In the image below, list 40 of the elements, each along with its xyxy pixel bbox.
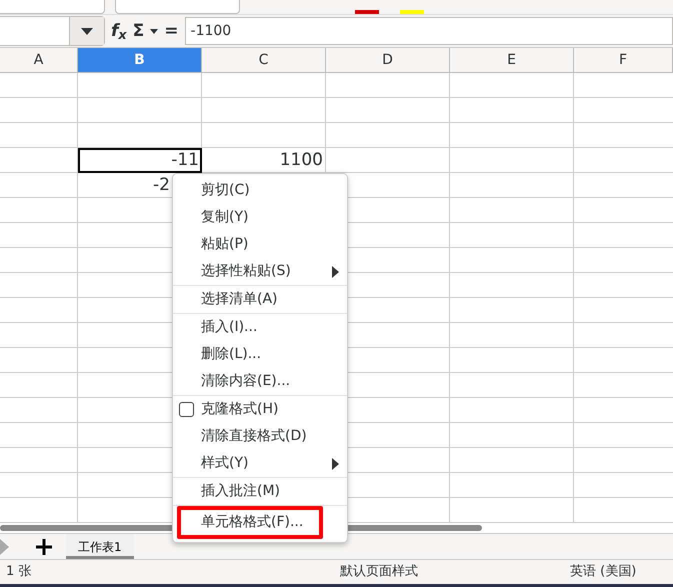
menu-item[interactable]: 粘贴(P) bbox=[173, 231, 347, 258]
caret-icon[interactable] bbox=[150, 28, 158, 34]
menu-item[interactable]: 剪切(C) bbox=[173, 177, 347, 204]
submenu-arrow-icon bbox=[332, 266, 339, 278]
menu-item[interactable]: 选择性粘贴(S) bbox=[173, 258, 347, 285]
column-header[interactable]: B bbox=[78, 48, 202, 72]
menu-item[interactable]: 清除内容(E)... bbox=[173, 368, 347, 395]
menu-item[interactable]: 清除直接格式(D) bbox=[173, 423, 347, 450]
column-header[interactable]: E bbox=[450, 48, 574, 72]
dropdown-arrow-icon bbox=[81, 28, 93, 34]
color-swatch[interactable] bbox=[400, 10, 424, 14]
column-header[interactable]: F bbox=[574, 48, 673, 72]
menu-item[interactable]: 插入批注(M) bbox=[173, 478, 347, 505]
status-text: 英语 (美国) bbox=[569, 563, 638, 582]
menu-item[interactable]: 插入(I)... bbox=[173, 314, 347, 341]
sum-button[interactable]: Σ bbox=[132, 22, 144, 40]
menu-item[interactable]: 单元格格式(F)... bbox=[177, 506, 323, 539]
checkbox[interactable] bbox=[179, 402, 194, 417]
scroll-right-icon[interactable] bbox=[0, 539, 10, 555]
column-header[interactable]: C bbox=[202, 48, 326, 72]
toolbar-field[interactable] bbox=[115, 0, 240, 14]
table-cell-text: 1100 bbox=[278, 149, 324, 172]
column-header[interactable]: D bbox=[326, 48, 450, 72]
color-swatch[interactable] bbox=[355, 10, 379, 14]
menu-item[interactable]: 选择清单(A) bbox=[173, 286, 347, 313]
name-box[interactable] bbox=[0, 16, 105, 46]
formula-button[interactable]: = bbox=[164, 22, 179, 40]
table-cell: -11 bbox=[78, 148, 202, 173]
function-wizard-button[interactable]: f$_{x}$ bbox=[111, 22, 127, 40]
menu-item[interactable]: 样式(Y) bbox=[173, 450, 347, 477]
status-text: 1 张 bbox=[5, 563, 32, 582]
sheet-tab[interactable]: 工作表1 bbox=[66, 534, 134, 559]
table-cell-text: -2 bbox=[152, 174, 171, 197]
add-sheet-icon[interactable] bbox=[36, 539, 52, 555]
menu-item[interactable]: 克隆格式(H) bbox=[201, 399, 278, 420]
submenu-arrow-icon bbox=[332, 458, 339, 470]
formula-input[interactable]: -1100 bbox=[184, 17, 673, 45]
menu-item[interactable]: 复制(Y) bbox=[173, 204, 347, 231]
status-text: 默认页面样式 bbox=[338, 563, 419, 582]
menu-item[interactable]: 删除(L)... bbox=[173, 341, 347, 368]
